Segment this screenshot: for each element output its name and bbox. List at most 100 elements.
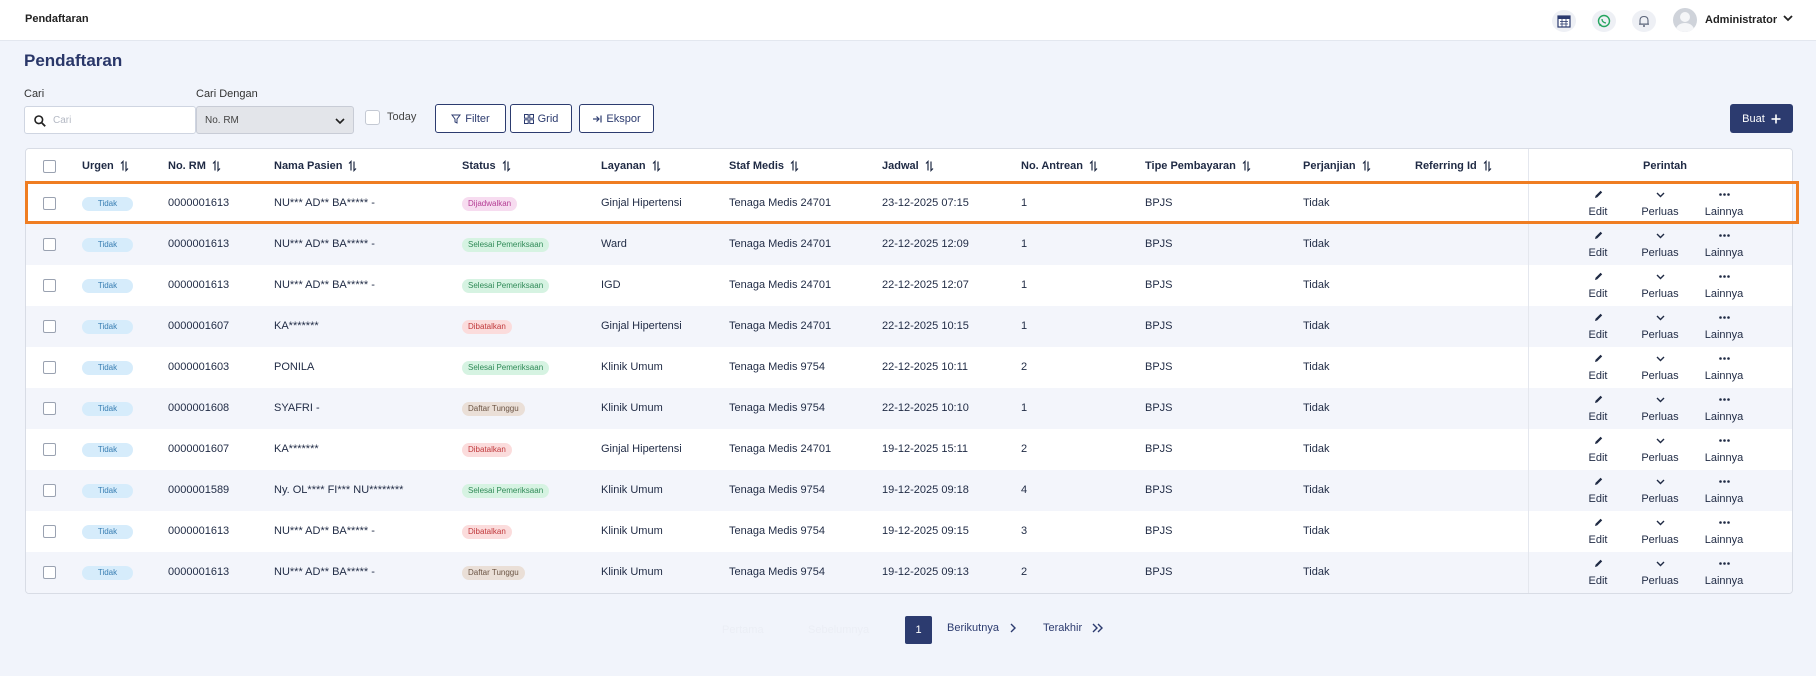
edit-button[interactable]: Edit xyxy=(1573,271,1623,300)
cell-no-antrean: 1 xyxy=(1021,238,1028,250)
header-layanan[interactable]: Layanan xyxy=(601,160,661,172)
header-no-rm[interactable]: No. RM xyxy=(168,160,221,172)
cell-perjanjian: Tidak xyxy=(1303,361,1330,373)
header-status[interactable]: Status xyxy=(462,160,511,172)
more-button[interactable]: Lainnya xyxy=(1699,271,1749,300)
pencil-icon xyxy=(1593,312,1604,329)
bell-icon[interactable] xyxy=(1632,10,1656,32)
search-input[interactable] xyxy=(53,112,191,129)
header-staf-medis[interactable]: Staf Medis xyxy=(729,160,799,172)
cell-perjanjian: Tidak xyxy=(1303,443,1330,455)
edit-label: Edit xyxy=(1588,493,1608,505)
edit-button[interactable]: Edit xyxy=(1573,558,1623,587)
header-tipe-pembayaran[interactable]: Tipe Pembayaran xyxy=(1145,160,1251,172)
row-checkbox[interactable] xyxy=(43,443,56,456)
more-button[interactable]: Lainnya xyxy=(1699,476,1749,505)
cell-no-antrean: 4 xyxy=(1021,484,1028,496)
calendar-icon[interactable] xyxy=(1552,10,1576,32)
export-button[interactable]: Ekspor xyxy=(579,104,654,133)
select-all-checkbox[interactable] xyxy=(43,160,56,173)
edit-label: Edit xyxy=(1588,329,1608,341)
header-perjanjian[interactable]: Perjanjian xyxy=(1303,160,1371,172)
header-no-antrean[interactable]: No. Antrean xyxy=(1021,160,1098,172)
cell-staf-medis: Tenaga Medis 24701 xyxy=(729,320,832,332)
more-button[interactable]: Lainnya xyxy=(1699,394,1749,423)
row-checkbox[interactable] xyxy=(43,484,56,497)
edit-button[interactable]: Edit xyxy=(1573,476,1623,505)
row-checkbox[interactable] xyxy=(43,238,56,251)
create-button[interactable]: Buat xyxy=(1730,104,1793,133)
cell-no-antrean: 2 xyxy=(1021,361,1028,373)
status-badge: Dibatalkan xyxy=(462,443,512,457)
more-button[interactable]: Lainnya xyxy=(1699,517,1749,546)
chevron-down-icon xyxy=(1655,517,1666,534)
expand-button[interactable]: Perluas xyxy=(1635,435,1685,464)
chevron-right-icon xyxy=(1010,623,1016,633)
more-button[interactable]: Lainnya xyxy=(1699,230,1749,259)
edit-button[interactable]: Edit xyxy=(1573,517,1623,546)
expand-button[interactable]: Perluas xyxy=(1635,394,1685,423)
pencil-icon xyxy=(1593,230,1604,247)
pagination-last[interactable]: Terakhir xyxy=(1043,622,1104,634)
header-jadwal[interactable]: Jadwal xyxy=(882,160,934,172)
expand-label: Perluas xyxy=(1641,452,1679,464)
row-checkbox[interactable] xyxy=(43,320,56,333)
expand-button[interactable]: Perluas xyxy=(1635,230,1685,259)
more-button[interactable]: Lainnya xyxy=(1699,558,1749,587)
row-checkbox[interactable] xyxy=(43,402,56,415)
more-button[interactable]: Lainnya xyxy=(1699,435,1749,464)
edit-button[interactable]: Edit xyxy=(1573,353,1623,382)
filter-button[interactable]: Filter xyxy=(435,104,506,133)
cell-layanan: Ginjal Hipertensi xyxy=(601,443,682,455)
more-button[interactable]: Lainnya xyxy=(1699,353,1749,382)
today-checkbox[interactable] xyxy=(365,110,380,125)
grid-label: Grid xyxy=(537,112,559,125)
expand-button[interactable]: Perluas xyxy=(1635,476,1685,505)
cell-tipe-pembayaran: BPJS xyxy=(1145,402,1173,414)
urgen-badge: Tidak xyxy=(82,566,133,580)
header-nama-pasien[interactable]: Nama Pasien xyxy=(274,160,357,172)
chevron-down-icon xyxy=(1655,394,1666,411)
expand-button[interactable]: Perluas xyxy=(1635,517,1685,546)
pagination-next[interactable]: Berikutnya xyxy=(947,622,1017,634)
cell-perjanjian: Tidak xyxy=(1303,402,1330,414)
app-title: Pendaftaran xyxy=(25,13,89,25)
pagination-previous[interactable]: Sebelumnya xyxy=(808,624,869,636)
more-button[interactable]: Lainnya xyxy=(1699,312,1749,341)
pagination-first[interactable]: Pertama xyxy=(722,624,764,636)
expand-button[interactable]: Perluas xyxy=(1635,312,1685,341)
header-urgen[interactable]: Urgen xyxy=(82,160,129,172)
edit-button[interactable]: Edit xyxy=(1573,435,1623,464)
whatsapp-icon[interactable] xyxy=(1592,10,1616,32)
search-by-select[interactable]: No. RM xyxy=(196,106,354,134)
cell-tipe-pembayaran: BPJS xyxy=(1145,279,1173,291)
edit-button[interactable]: Edit xyxy=(1573,312,1623,341)
cell-no-antrean: 2 xyxy=(1021,443,1028,455)
expand-button[interactable]: Perluas xyxy=(1635,558,1685,587)
edit-button[interactable]: Edit xyxy=(1573,394,1623,423)
expand-button[interactable]: Perluas xyxy=(1635,271,1685,300)
pagination-last-label: Terakhir xyxy=(1043,622,1083,634)
cell-nama-pasien: SYAFRI - xyxy=(274,402,320,414)
chevron-down-icon[interactable] xyxy=(1782,12,1794,24)
row-checkbox[interactable] xyxy=(43,279,56,292)
header-referring-id[interactable]: Referring Id xyxy=(1415,160,1492,172)
row-checkbox[interactable] xyxy=(43,525,56,538)
user-avatar[interactable] xyxy=(1673,8,1697,32)
user-name[interactable]: Administrator xyxy=(1705,14,1777,26)
urgen-badge: Tidak xyxy=(82,238,133,252)
row-checkbox[interactable] xyxy=(43,566,56,579)
pagination-current-page[interactable]: 1 xyxy=(905,616,932,644)
cell-layanan: IGD xyxy=(601,279,621,291)
sort-icon xyxy=(212,160,221,172)
chevron-down-icon xyxy=(1655,230,1666,247)
search-field[interactable] xyxy=(24,106,196,134)
cell-layanan: Klinik Umum xyxy=(601,361,663,373)
pagination-next-label: Berikutnya xyxy=(947,622,999,634)
grid-button[interactable]: Grid xyxy=(510,104,572,133)
sort-icon xyxy=(502,160,511,172)
cell-no-rm: 0000001613 xyxy=(168,525,230,537)
expand-button[interactable]: Perluas xyxy=(1635,353,1685,382)
edit-button[interactable]: Edit xyxy=(1573,230,1623,259)
row-checkbox[interactable] xyxy=(43,361,56,374)
